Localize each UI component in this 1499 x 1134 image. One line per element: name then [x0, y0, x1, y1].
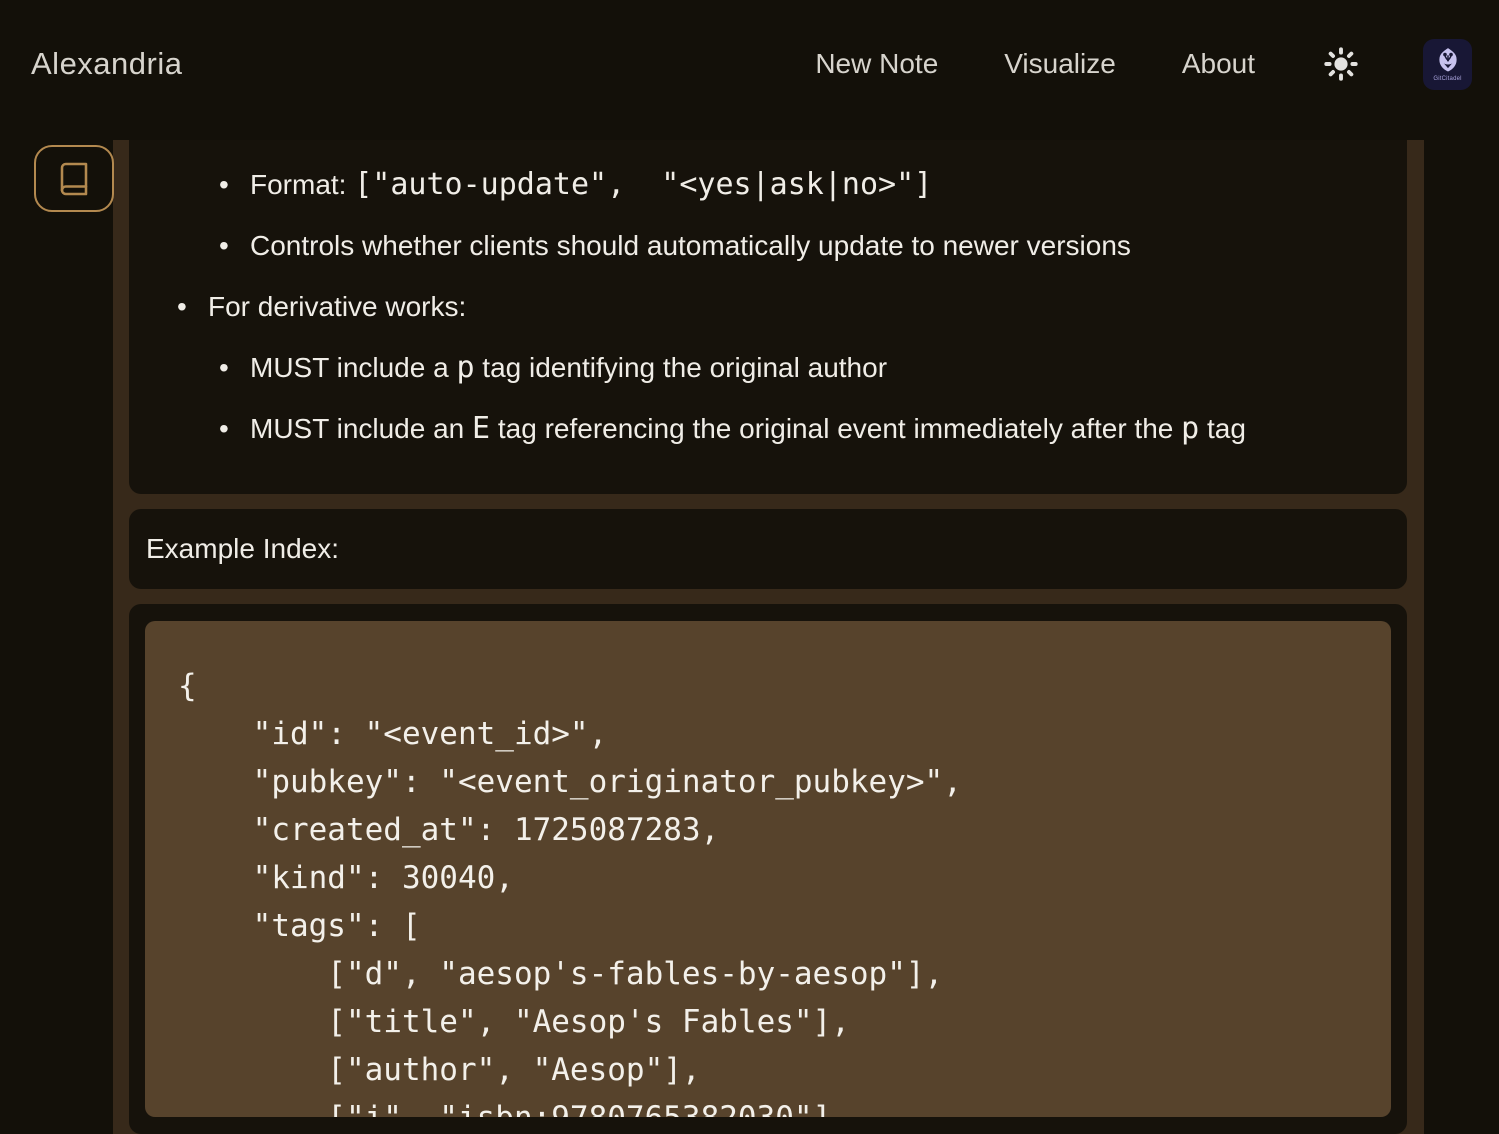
gitcitadel-shield-icon — [1435, 47, 1461, 75]
inline-code-span: p — [1181, 411, 1199, 446]
text-span: tag identifying the original author — [475, 352, 888, 383]
book-icon — [56, 161, 92, 197]
content-panel: Format: ["auto-update", "<yes|ask|no>"] C… — [113, 140, 1424, 1134]
main-nav: New Note Visualize About — [815, 48, 1255, 80]
text-span: tag referencing the original event immed… — [490, 413, 1181, 444]
doc-bullet-item: Controls whether clients should automati… — [155, 229, 1377, 263]
text-span: Controls whether clients should automati… — [250, 230, 1131, 261]
toc-button[interactable] — [34, 145, 114, 212]
avatar[interactable]: GitCitadel — [1423, 39, 1472, 90]
text-span: MUST include an — [250, 413, 472, 444]
nav-new-note[interactable]: New Note — [815, 48, 938, 80]
doc-card-code: { "id": "<event_id>", "pubkey": "<event_… — [129, 604, 1407, 1134]
inline-code-span: E — [472, 411, 490, 446]
avatar-label: GitCitadel — [1433, 76, 1461, 82]
app-header: Alexandria New Note Visualize About — [0, 0, 1499, 128]
doc-bullet-item: MUST include an E tag referencing the or… — [155, 412, 1377, 446]
code-block: { "id": "<event_id>", "pubkey": "<event_… — [145, 621, 1391, 1117]
inline-code-span: ["auto-update", "<yes|ask|no>"] — [354, 167, 932, 202]
nav-about[interactable]: About — [1182, 48, 1255, 80]
doc-card-example-label: Example Index: — [129, 509, 1407, 589]
sun-icon — [1323, 46, 1359, 82]
theme-toggle-button[interactable] — [1321, 44, 1361, 84]
doc-card-rules: Format: ["auto-update", "<yes|ask|no>"] C… — [129, 140, 1407, 494]
doc-bullet-item: Format: ["auto-update", "<yes|ask|no>"] — [155, 168, 1377, 202]
rules-list: Format: ["auto-update", "<yes|ask|no>"] C… — [155, 168, 1377, 446]
text-span: For derivative works: — [208, 291, 466, 322]
text-span: tag — [1199, 413, 1246, 444]
brand-title[interactable]: Alexandria — [31, 46, 182, 82]
example-index-label: Example Index: — [146, 533, 339, 565]
doc-bullet-item: MUST include a p tag identifying the ori… — [155, 351, 1377, 385]
inline-code-span: p — [456, 350, 474, 385]
text-span: MUST include a — [250, 352, 456, 383]
text-span: Format: — [250, 169, 354, 200]
nav-visualize[interactable]: Visualize — [1004, 48, 1116, 80]
doc-bullet-item: For derivative works: — [155, 290, 1377, 324]
